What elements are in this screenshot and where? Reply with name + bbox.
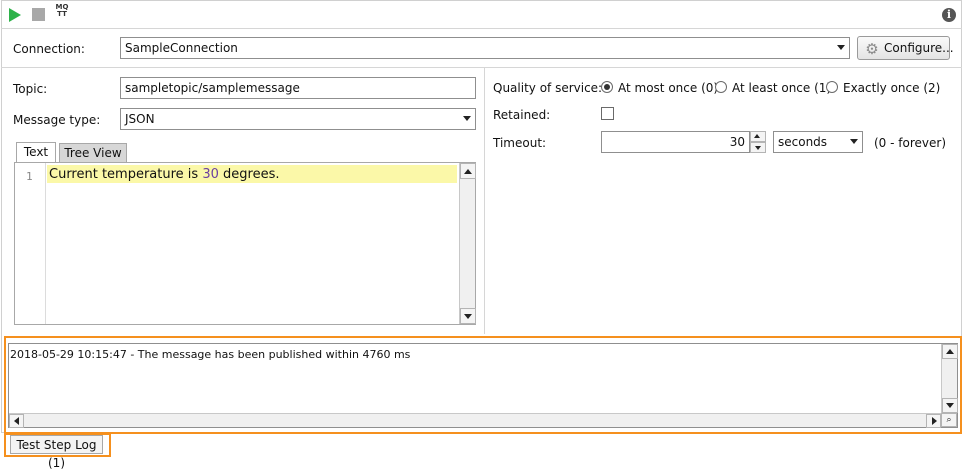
configure-button[interactable]: ⚙ Configure...	[857, 36, 954, 60]
info-icon[interactable]: i	[942, 8, 956, 22]
qos-label: Quality of service:	[493, 81, 603, 95]
toolbar-divider	[1, 28, 962, 29]
timeout-decrement-button[interactable]	[750, 142, 766, 153]
arrow-left-icon	[14, 417, 19, 425]
line-gutter: 1	[15, 163, 46, 324]
qos-option-1[interactable]: At least once (1)	[732, 80, 831, 96]
connection-value: SampleConnection	[125, 41, 238, 55]
scroll-up-button[interactable]	[460, 163, 476, 179]
tab-tree-view[interactable]: Tree View	[59, 143, 127, 162]
test-step-log[interactable]: 2018-05-29 10:15:47 - The message has be…	[8, 343, 958, 428]
topic-input[interactable]: sampletopic/samplemessage	[120, 77, 476, 99]
timeout-label: Timeout:	[493, 136, 547, 150]
chevron-down-icon	[850, 139, 858, 144]
timeout-hint: (0 - forever)	[874, 136, 946, 150]
retained-label: Retained:	[493, 108, 551, 122]
connection-divider	[1, 67, 962, 68]
qos-radio-1[interactable]	[715, 81, 727, 93]
tab-test-step-log[interactable]: Test Step Log (1)	[10, 435, 103, 470]
configure-label: Configure...	[884, 41, 954, 55]
arrow-up-icon	[754, 134, 760, 138]
message-type-value: JSON	[125, 112, 155, 126]
timeout-unit-value: seconds	[778, 135, 828, 149]
code-text-suffix: degrees.	[218, 167, 280, 182]
qos-radio-2[interactable]	[826, 81, 838, 93]
log-scroll-up-button[interactable]	[942, 344, 958, 359]
tab-text[interactable]: Text	[16, 142, 56, 163]
log-scroll-down-button[interactable]	[942, 398, 958, 413]
log-vertical-scrollbar[interactable]	[941, 344, 958, 413]
editor-scrollbar[interactable]	[459, 163, 476, 324]
log-scroll-right-button[interactable]	[926, 414, 941, 428]
arrow-down-icon	[464, 314, 472, 319]
pane-divider	[484, 68, 485, 334]
play-icon[interactable]	[9, 8, 21, 22]
connection-label: Connection:	[13, 42, 85, 56]
connection-select[interactable]: SampleConnection	[120, 37, 850, 59]
qos-option-2[interactable]: Exactly once (2)	[843, 80, 940, 96]
arrow-right-icon	[932, 417, 937, 425]
code-text-prefix: Current temperature is	[49, 167, 203, 182]
chevron-down-icon	[837, 45, 845, 50]
message-type-select[interactable]: JSON	[120, 108, 476, 130]
message-editor[interactable]: 1 Current temperature is 30 degrees.	[14, 162, 476, 325]
timeout-input[interactable]: 30	[601, 131, 750, 153]
timeout-increment-button[interactable]	[750, 131, 766, 142]
scroll-down-button[interactable]	[460, 308, 476, 324]
qos-option-0[interactable]: At most once (0)	[618, 80, 718, 96]
retained-checkbox[interactable]	[601, 107, 614, 120]
log-horizontal-scrollbar[interactable]	[9, 413, 941, 428]
editor-code-line: Current temperature is 30 degrees.	[49, 166, 279, 184]
arrow-down-icon	[946, 403, 954, 408]
search-icon[interactable]: ⌕	[941, 413, 957, 427]
message-type-label: Message type:	[13, 113, 101, 127]
chevron-down-icon	[463, 116, 471, 121]
arrow-down-icon	[755, 146, 761, 150]
arrow-up-icon	[464, 169, 472, 174]
line-number: 1	[26, 170, 33, 183]
stop-icon[interactable]	[32, 8, 45, 21]
log-entry: 2018-05-29 10:15:47 - The message has be…	[10, 348, 411, 361]
topic-label: Topic:	[13, 82, 48, 96]
code-number: 30	[202, 167, 219, 182]
log-scroll-left-button[interactable]	[9, 414, 24, 428]
timeout-unit-select[interactable]: seconds	[773, 131, 863, 153]
qos-radio-0[interactable]	[601, 81, 613, 93]
arrow-up-icon	[946, 349, 954, 354]
gear-icon: ⚙	[865, 40, 879, 58]
mqtt-icon[interactable]: MQ TT	[53, 4, 71, 22]
